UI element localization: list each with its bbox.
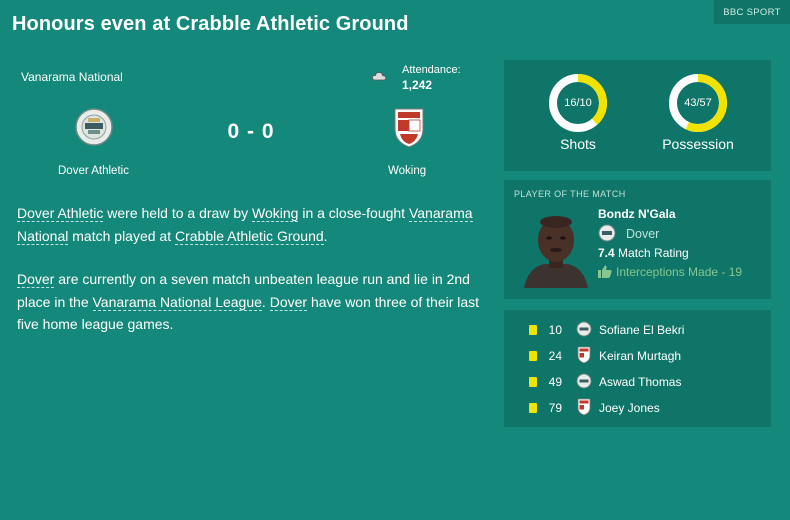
match-summary: Dover Athletic were held to a draw by Wo…	[17, 202, 487, 357]
potm-heading: PLAYER OF THE MATCH	[514, 189, 626, 199]
dover-crest-icon	[598, 224, 616, 242]
rating-label: Match Rating	[614, 246, 689, 260]
player-name[interactable]: Bondz N'Gala	[598, 207, 676, 221]
summary-text: .	[261, 293, 270, 310]
player-team[interactable]: Dover	[626, 227, 659, 241]
bbc-sport-badge[interactable]: BBC SPORT	[714, 0, 790, 24]
attendance-value: 1,242	[402, 78, 433, 92]
booking-row: 49 Aswad Thomas	[504, 372, 771, 394]
booking-row: 79 Joey Jones	[504, 398, 771, 420]
summary-text: match played at	[68, 227, 175, 244]
dover-crest-icon[interactable]	[74, 105, 114, 149]
woking-crest-icon	[577, 346, 591, 364]
dover-crest-icon	[576, 373, 592, 389]
booking-row: 24 Keiran Murtagh	[504, 346, 771, 368]
yellow-card-icon	[529, 325, 537, 335]
summary-text: .	[323, 227, 328, 244]
attendance-label: Attendance:	[402, 64, 461, 76]
summary-text: in a close-fought	[298, 205, 409, 221]
shots-label: Shots	[560, 136, 596, 152]
link-dover[interactable]: Dover	[17, 271, 55, 288]
yellow-card-icon	[529, 351, 537, 361]
possession-donut: 43/57	[668, 73, 728, 133]
woking-crest-icon[interactable]	[389, 105, 429, 149]
booking-player-name[interactable]: Aswad Thomas	[599, 375, 681, 389]
booking-player-name[interactable]: Joey Jones	[599, 401, 660, 415]
shots-value: 16/10	[564, 97, 592, 109]
booking-player-name[interactable]: Keiran Murtagh	[599, 349, 681, 363]
cloud-icon	[372, 72, 387, 81]
possession-value: 43/57	[684, 97, 712, 109]
player-photo[interactable]	[524, 210, 588, 288]
yellow-card-icon	[529, 377, 537, 387]
thumbs-up-icon	[598, 265, 612, 278]
link-woking[interactable]: Woking	[252, 205, 299, 222]
link-crabble-athletic-ground[interactable]: Crabble Athletic Ground	[175, 227, 324, 245]
link-dover-athletic[interactable]: Dover Athletic	[17, 205, 104, 222]
yellow-card-icon	[529, 403, 537, 413]
summary-paragraph: Dover Athletic were held to a draw by Wo…	[17, 202, 487, 247]
home-team-name[interactable]: Dover Athletic	[58, 165, 129, 177]
shots-donut: 16/10	[548, 73, 608, 133]
possession-label: Possession	[662, 136, 734, 152]
key-stat-text: Interceptions Made - 19	[616, 265, 743, 279]
woking-crest-icon	[577, 398, 591, 416]
link-dover[interactable]: Dover	[269, 293, 308, 311]
link-vanarama-national-league[interactable]: Vanarama National League	[92, 293, 262, 311]
competition-name[interactable]: Vanarama National	[21, 70, 123, 84]
bookings-panel: 10 Sofiane El Bekri 24 Keiran Murtagh 49…	[504, 310, 771, 427]
booking-minute: 24	[548, 349, 562, 363]
score: 0 - 0	[227, 120, 275, 143]
booking-row: 10 Sofiane El Bekri	[504, 320, 771, 342]
player-key-stat: Interceptions Made - 19	[598, 265, 742, 279]
booking-minute: 49	[548, 375, 562, 389]
away-team-name[interactable]: Woking	[388, 165, 426, 177]
page-title: Honours even at Crabble Athletic Ground	[12, 13, 409, 35]
booking-player-name[interactable]: Sofiane El Bekri	[599, 323, 684, 337]
summary-text: were held to a draw by	[103, 205, 253, 221]
match-stats-panel: 16/10 Shots 43/57 Possession	[504, 60, 771, 171]
match-rating: 7.4 Match Rating	[598, 246, 689, 260]
booking-minute: 79	[548, 401, 562, 415]
summary-paragraph: Dover are currently on a seven match unb…	[17, 268, 487, 336]
rating-value: 7.4	[598, 246, 615, 260]
booking-minute: 10	[548, 323, 562, 337]
dover-crest-icon	[576, 321, 592, 337]
player-of-the-match-panel: PLAYER OF THE MATCH Bondz N'Gala Dover 7…	[504, 180, 771, 299]
